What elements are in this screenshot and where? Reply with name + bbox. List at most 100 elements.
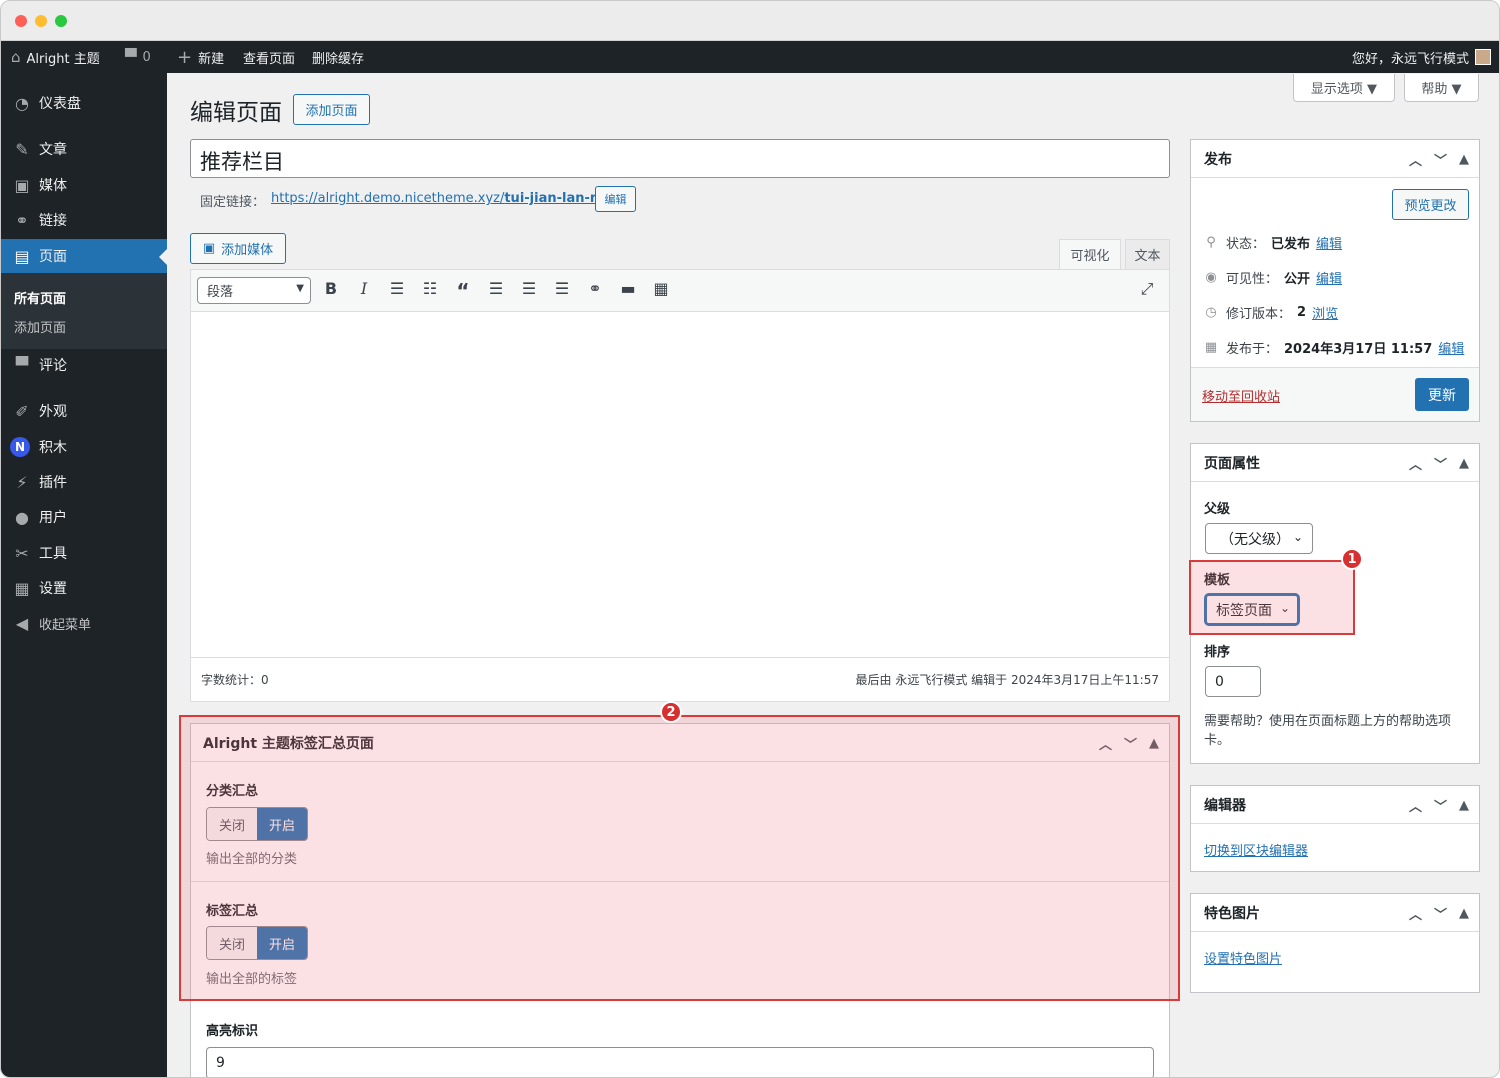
chevron-up-icon[interactable]: ︿ — [1409, 904, 1422, 923]
align-left-icon[interactable]: ☰ — [485, 279, 507, 298]
chevron-up-icon[interactable]: ︿ — [1409, 150, 1422, 169]
account-menu[interactable]: 您好，永远飞行模式 — [1352, 41, 1491, 73]
bold-icon[interactable]: B — [320, 279, 342, 298]
editor-switch-panel: 编辑器 ︿ ﹀ ▲ 切换到区块编辑器 — [1190, 785, 1480, 872]
chevron-up-icon[interactable]: ︿ — [1409, 454, 1422, 473]
submenu-all-pages[interactable]: 所有页面 — [14, 288, 66, 307]
publish-actions: 移动至回收站 更新 — [1191, 367, 1479, 421]
numbered-list-icon[interactable]: ☷ — [419, 279, 441, 298]
format-select[interactable]: 段落 ▼ — [197, 277, 311, 304]
move-to-trash-link[interactable]: 移动至回收站 — [1202, 386, 1280, 405]
editor-body[interactable] — [191, 314, 1169, 657]
update-button[interactable]: 更新 — [1415, 378, 1469, 411]
new-content-link[interactable]: + 新建 — [177, 41, 224, 73]
sidebar-item-settings[interactable]: ▦ 设置 — [1, 571, 167, 605]
sidebar-item-dashboard[interactable]: ◔ 仪表盘 — [1, 86, 167, 120]
sidebar-item-pages[interactable]: ▤ 页面 — [1, 239, 167, 273]
page-attributes-controls: ︿ ﹀ ▲ — [1409, 444, 1469, 482]
toggle-panel-icon[interactable]: ▲ — [1459, 798, 1469, 813]
collapse-icon: ◀ — [15, 613, 29, 633]
close-window-button[interactable] — [15, 15, 27, 27]
sidebar-item-comments[interactable]: ▀ 评论 — [1, 348, 167, 382]
dashboard-icon: ◔ — [15, 93, 29, 113]
read-more-icon[interactable]: ▬ — [617, 279, 639, 298]
parent-select[interactable]: （无父级） ⌄ — [1205, 523, 1313, 554]
sidebar-item-users[interactable]: ● 用户 — [1, 500, 167, 534]
link-icon[interactable]: ⚭ — [584, 279, 606, 298]
pin-icon: ✎ — [15, 139, 29, 159]
media-icon: ▣ — [14, 175, 30, 195]
permalink-label: 固定链接： — [200, 195, 266, 210]
sidebar-item-label: 媒体 — [39, 178, 67, 194]
sidebar-item-label: 收起菜单 — [39, 617, 92, 633]
submenu-add-page[interactable]: 添加页面 — [14, 317, 66, 336]
add-media-button[interactable]: ▣ 添加媒体 — [190, 233, 286, 264]
page-attributes-title: 页面属性 — [1204, 455, 1260, 472]
parent-label: 父级 — [1204, 502, 1231, 517]
maximize-window-button[interactable] — [55, 15, 67, 27]
highlight-input[interactable]: 9 — [206, 1047, 1154, 1077]
toggle-panel-icon[interactable]: ▲ — [1459, 152, 1469, 167]
chevron-down-icon[interactable]: ﹀ — [1434, 796, 1447, 815]
publish-title: 发布 — [1204, 151, 1232, 168]
annotation-badge-2: 2 — [660, 701, 682, 723]
align-right-icon[interactable]: ☰ — [551, 279, 573, 298]
minimize-window-button[interactable] — [35, 15, 47, 27]
help-button[interactable]: 帮助 ▼ — [1404, 74, 1479, 102]
featured-image-title: 特色图片 — [1204, 905, 1260, 922]
sidebar-item-tools[interactable]: ✂ 工具 — [1, 536, 167, 570]
blockquote-icon[interactable]: “ — [452, 279, 474, 303]
switch-block-editor-link[interactable]: 切换到区块编辑器 — [1204, 840, 1308, 859]
view-page-link[interactable]: 查看页面 — [243, 41, 295, 73]
add-new-page-button[interactable]: 添加页面 — [293, 94, 370, 125]
set-featured-image-link[interactable]: 设置特色图片 — [1204, 948, 1282, 967]
fullscreen-icon[interactable]: ⤢ — [1136, 279, 1158, 299]
wrench-icon: ✂ — [15, 543, 29, 563]
revisions-value: 2 — [1297, 305, 1307, 320]
preview-changes-button[interactable]: 预览更改 — [1392, 189, 1469, 220]
toolbar-toggle-icon[interactable]: ▦ — [650, 279, 672, 298]
visibility-edit-link[interactable]: 编辑 — [1316, 268, 1342, 287]
home-icon: ⌂ — [11, 48, 21, 66]
sidebar-item-plugins[interactable]: ⚡ 插件 — [1, 465, 167, 499]
clear-cache-link[interactable]: 删除缓存 — [312, 41, 364, 73]
tab-text[interactable]: 文本 — [1125, 239, 1170, 269]
comments-link[interactable]: ▀ 0 — [125, 41, 151, 73]
chevron-down-icon[interactable]: ﹀ — [1434, 454, 1447, 473]
order-input[interactable]: 0 — [1205, 666, 1261, 697]
chevron-up-icon[interactable]: ︿ — [1409, 796, 1422, 815]
sidebar-collapse-menu[interactable]: ◀ 收起菜单 — [1, 606, 167, 640]
sidebar-item-blocks[interactable]: N 积木 — [1, 430, 167, 464]
permalink-link[interactable]: https://alright.demo.nicetheme.xyz/tui-j… — [271, 191, 613, 206]
sidebar-item-appearance[interactable]: ✐ 外观 — [1, 394, 167, 428]
chevron-down-icon[interactable]: ﹀ — [1434, 904, 1447, 923]
align-center-icon[interactable]: ☰ — [518, 279, 540, 298]
bullet-list-icon[interactable]: ☰ — [386, 279, 408, 298]
published-edit-link[interactable]: 编辑 — [1438, 338, 1464, 357]
site-name-link[interactable]: ⌂ Alright 主题 — [11, 41, 100, 73]
permalink-edit-button[interactable]: 编辑 — [595, 186, 636, 212]
comment-icon: ▀ — [125, 48, 137, 66]
editor-switch-controls: ︿ ﹀ ▲ — [1409, 786, 1469, 824]
toggle-panel-icon[interactable]: ▲ — [1459, 906, 1469, 921]
revisions-label: 修订版本： — [1226, 307, 1292, 322]
sidebar-item-label: 外观 — [39, 404, 67, 420]
toggle-panel-icon[interactable]: ▲ — [1459, 456, 1469, 471]
tab-visual[interactable]: 可视化 — [1059, 239, 1121, 269]
sidebar-item-label: 工具 — [39, 546, 67, 562]
editor-footer: 字数统计：0 最后由 永远飞行模式 编辑于 2024年3月17日上午11:57 — [191, 657, 1169, 701]
screen-options-button[interactable]: 显示选项 ▼ — [1293, 74, 1395, 102]
sidebar-item-links[interactable]: ⚭ 链接 — [1, 203, 167, 237]
sidebar-item-posts[interactable]: ✎ 文章 — [1, 132, 167, 166]
admin-bar: ⌂ Alright 主题 ▀ 0 + 新建 查看页面 删除缓存 您好，永远飞行模… — [1, 41, 1499, 73]
order-label: 排序 — [1204, 645, 1231, 660]
status-edit-link[interactable]: 编辑 — [1316, 233, 1342, 252]
visibility-label: 可见性： — [1226, 272, 1279, 287]
sidebar-item-media[interactable]: ▣ 媒体 — [1, 168, 167, 202]
post-title-input[interactable]: 推荐栏目 — [190, 139, 1170, 178]
chevron-down-icon[interactable]: ﹀ — [1434, 150, 1447, 169]
revisions-browse-link[interactable]: 浏览 — [1312, 303, 1338, 322]
italic-icon[interactable]: I — [353, 279, 375, 298]
sidebar-item-label: 仪表盘 — [39, 96, 81, 112]
content-editor: 字数统计：0 最后由 永远飞行模式 编辑于 2024年3月17日上午11:57 — [190, 269, 1170, 702]
